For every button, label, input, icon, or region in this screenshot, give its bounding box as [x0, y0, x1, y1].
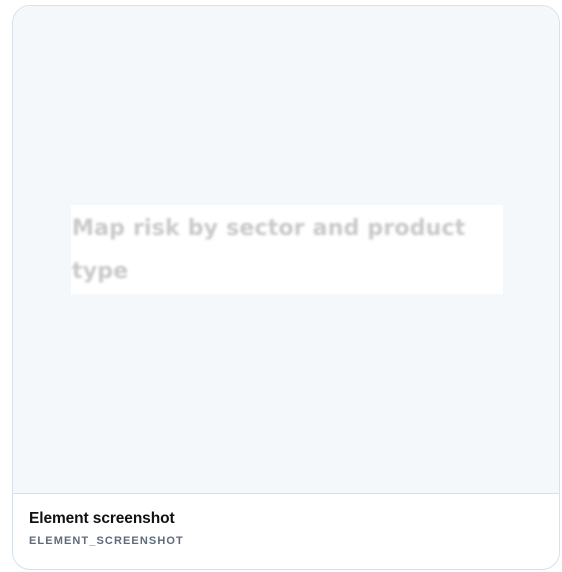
screenshot-preview: Map risk by sector and product type — [13, 6, 559, 494]
card-type-code: ELEMENT_SCREENSHOT — [29, 535, 184, 547]
captured-element-text: Map risk by sector and product type — [72, 216, 466, 284]
card-footer: Element screenshot ELEMENT_SCREENSHOT — [29, 509, 543, 548]
captured-element: Map risk by sector and product type — [71, 205, 503, 294]
card-title: Element screenshot — [29, 510, 175, 527]
element-screenshot-card[interactable]: Map risk by sector and product type Elem… — [12, 5, 560, 570]
